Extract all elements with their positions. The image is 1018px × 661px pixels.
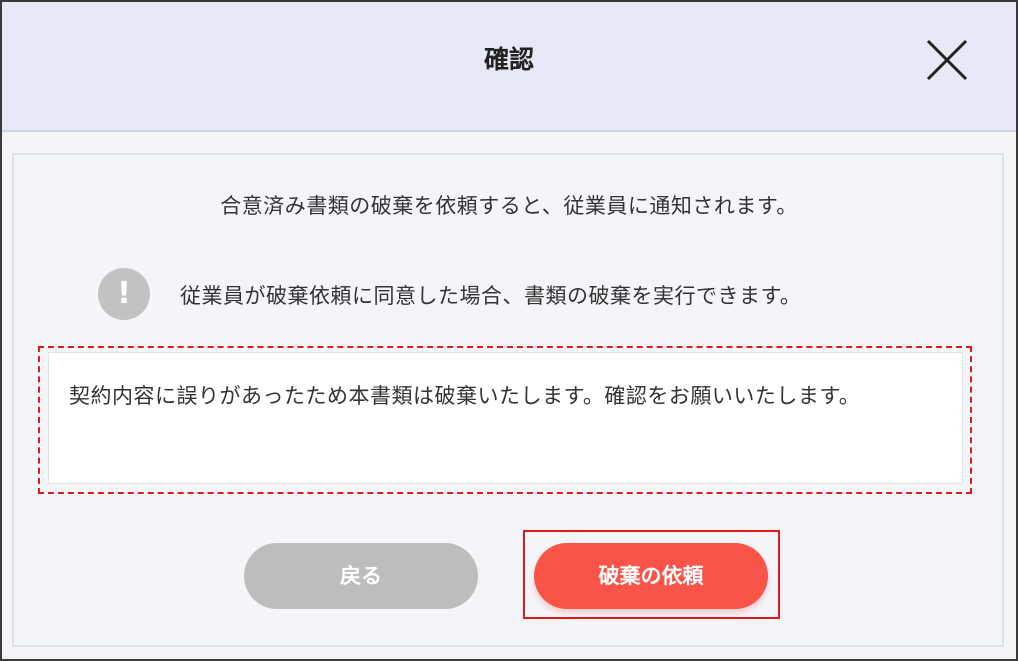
- exclamation-icon: !: [98, 268, 150, 320]
- notice-text: 従業員が破棄依頼に同意した場合、書類の破棄を実行できます。: [180, 284, 802, 308]
- close-icon: [926, 39, 968, 81]
- back-button[interactable]: 戻る: [244, 543, 478, 609]
- close-button[interactable]: [922, 35, 972, 85]
- dialog-title: 確認: [483, 45, 534, 74]
- comment-field[interactable]: 契約内容に誤りがあったため本書類は破棄いたします。確認をお願いいたします。: [48, 352, 963, 484]
- confirm-dialog: 確認 合意済み書類の破棄を依頼すると、従業員に通知されます。 ! 従業員が破棄依…: [0, 0, 1018, 661]
- dialog-message: 合意済み書類の破棄を依頼すると、従業員に通知されます。: [220, 194, 798, 218]
- dialog-header: 確認: [2, 2, 1016, 132]
- request-disposal-button[interactable]: 破棄の依頼: [534, 543, 768, 609]
